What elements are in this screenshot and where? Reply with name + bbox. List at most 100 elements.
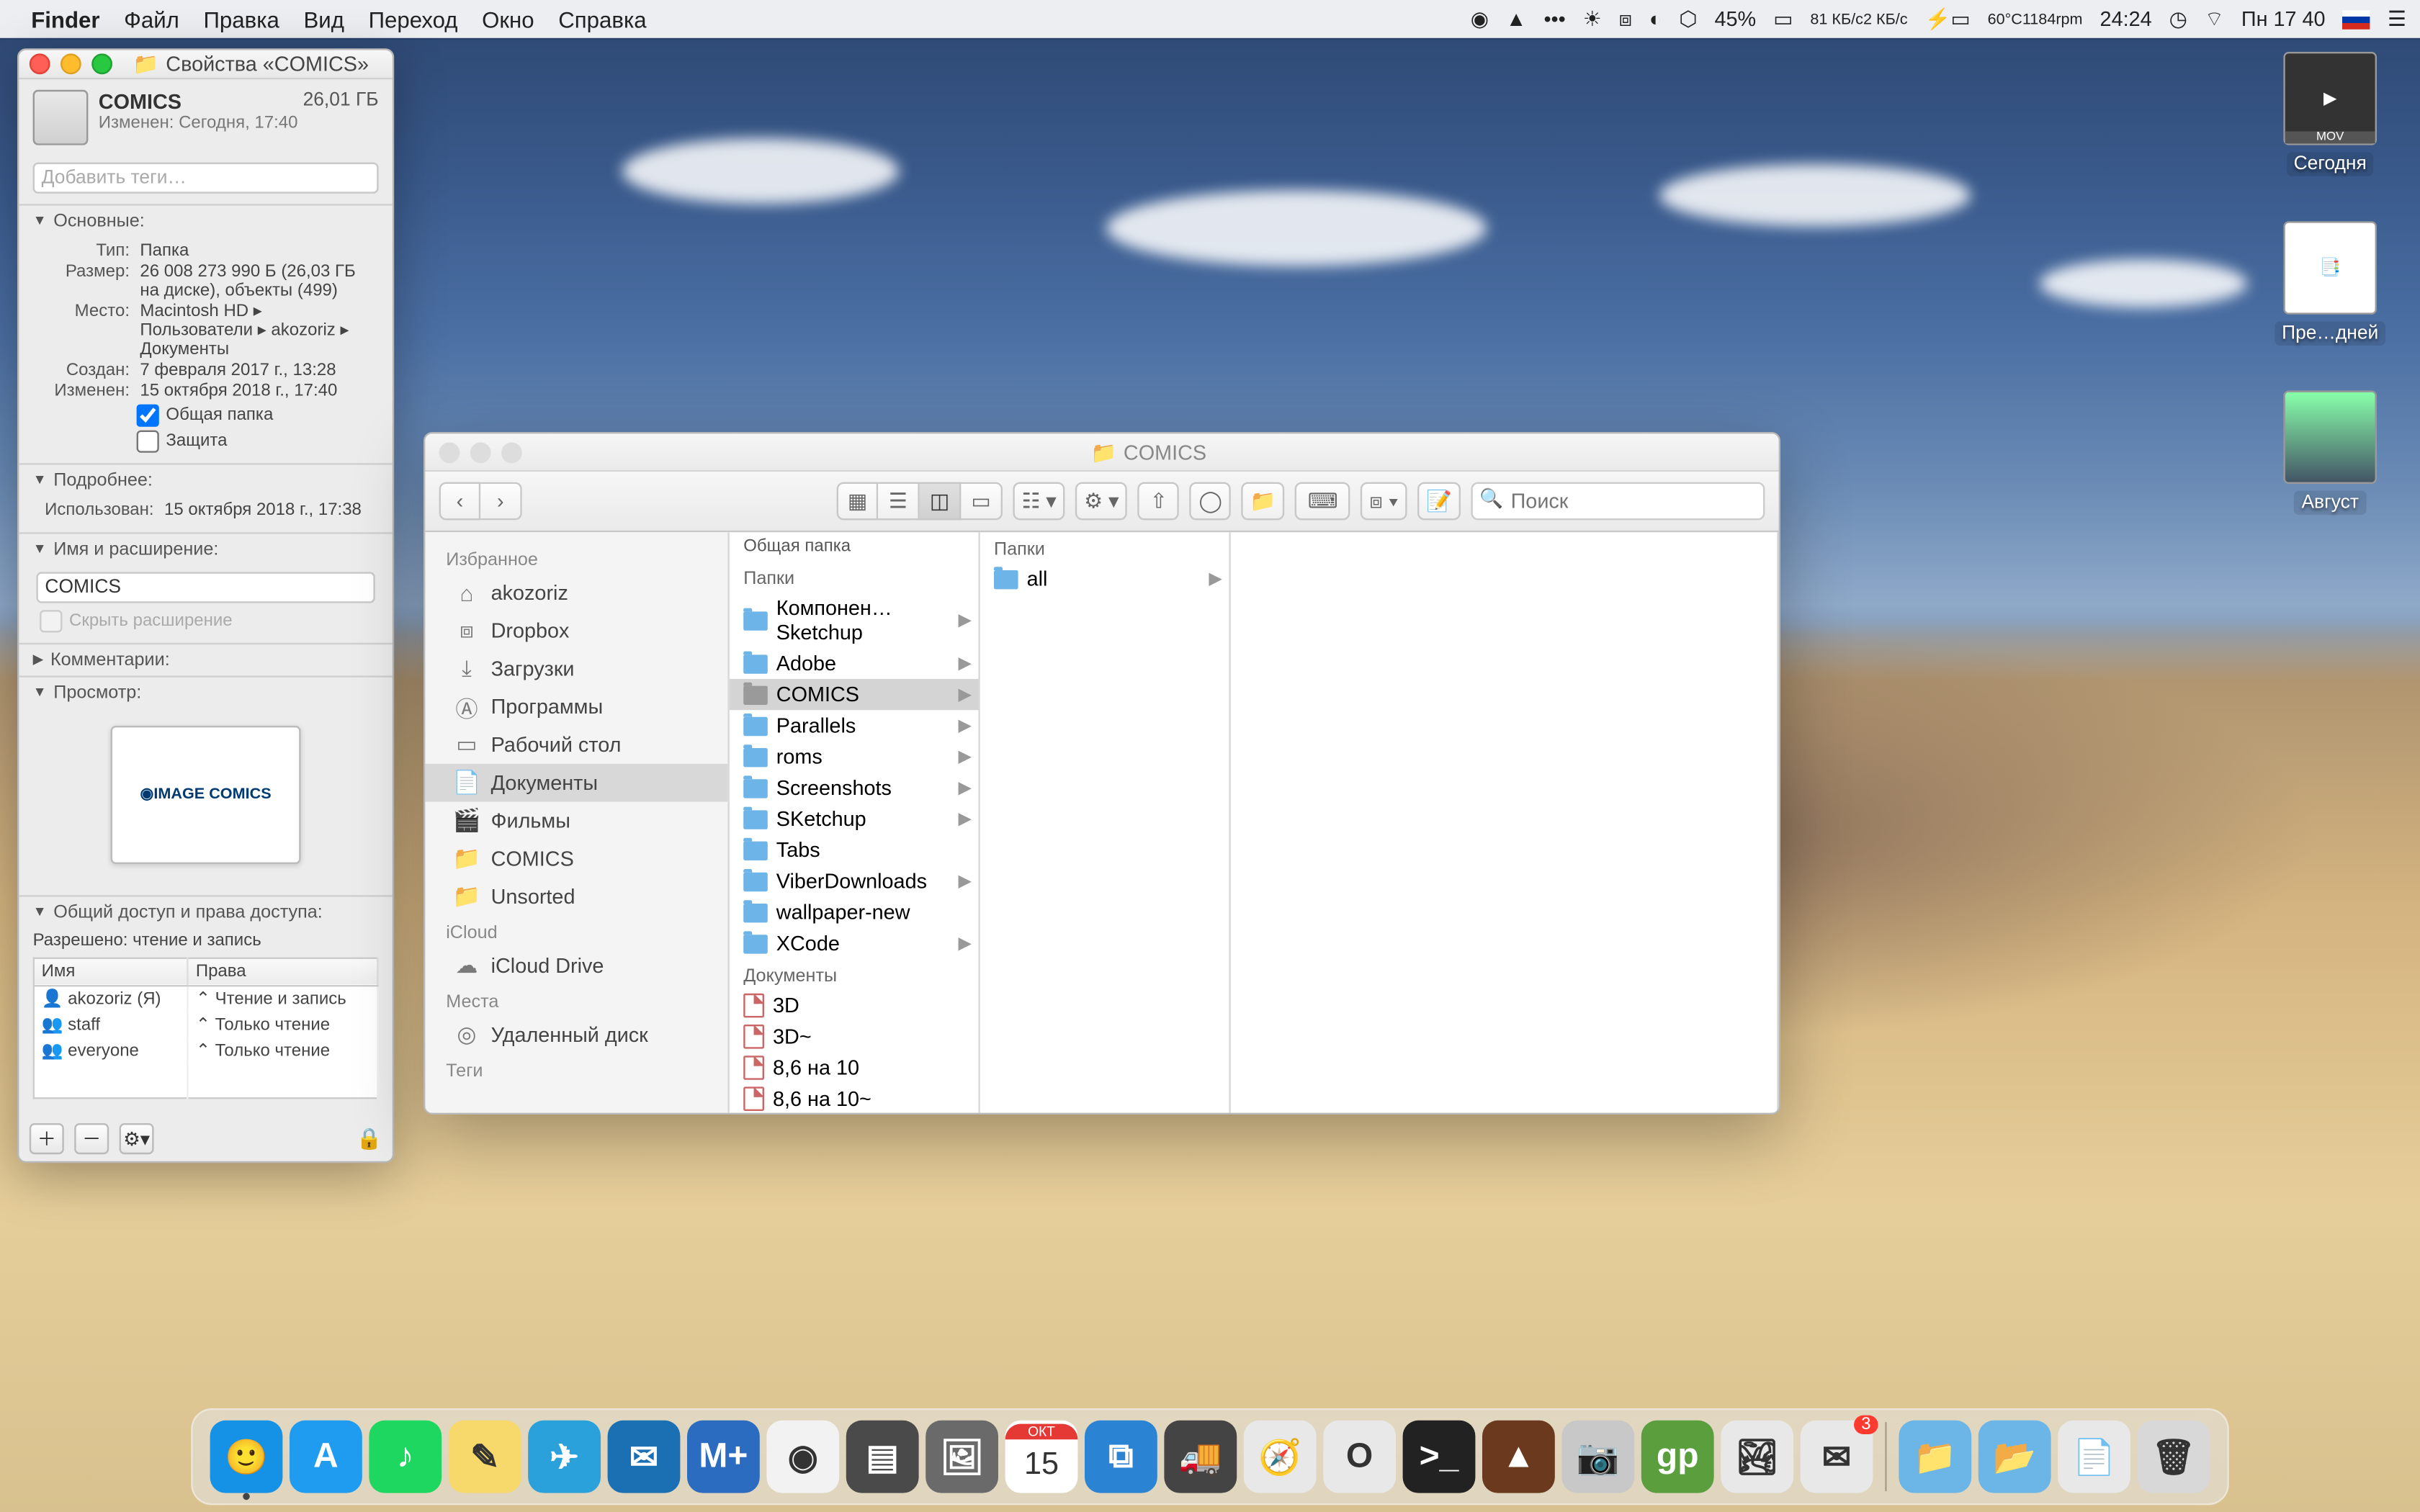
table-row[interactable]: 👥 staff⌃ Только чтение: [34, 1012, 378, 1038]
clock[interactable]: 24:24: [2100, 7, 2152, 32]
zoom-button[interactable]: [501, 441, 522, 462]
dock-monosnap[interactable]: M+: [687, 1421, 760, 1493]
sidebar-item-документы[interactable]: 📄Документы: [425, 764, 727, 802]
status-dropbox-icon[interactable]: ⧈: [1619, 6, 1632, 32]
list-item[interactable]: XCode▶: [730, 928, 979, 959]
tags-field[interactable]: Добавить теги…: [33, 161, 379, 192]
list-item[interactable]: all▶: [980, 563, 1229, 594]
dock-folder[interactable]: 📂: [1978, 1421, 2051, 1493]
sidebar-item-icloud[interactable]: ☁iCloud Drive: [425, 947, 727, 985]
menu-window[interactable]: Окно: [482, 6, 534, 32]
section-comments-toggle[interactable]: ▶Комментарии:: [19, 644, 392, 675]
menu-help[interactable]: Справка: [558, 6, 646, 32]
date[interactable]: Пн 17 40: [2241, 7, 2326, 32]
list-item[interactable]: Parallels▶: [730, 710, 979, 741]
status-shield-icon[interactable]: ⬡: [1679, 7, 1697, 32]
dock-preview[interactable]: 🖼: [926, 1421, 998, 1493]
dock-flame[interactable]: ▲: [1482, 1421, 1555, 1493]
dock-finder[interactable]: 🙂: [210, 1421, 283, 1493]
dock-calendar[interactable]: ОКТ15: [1005, 1421, 1078, 1493]
dock-sublime[interactable]: ▤: [846, 1421, 919, 1493]
zoom-button[interactable]: [91, 53, 112, 74]
view-icon-button[interactable]: ▦: [837, 482, 879, 521]
section-sharing-toggle[interactable]: ▼Общий доступ и права доступа:: [19, 896, 392, 927]
list-item[interactable]: 3D~: [730, 1021, 979, 1052]
sidebar-item-unsorted[interactable]: 📁Unsorted: [425, 878, 727, 916]
forward-button[interactable]: ›: [480, 482, 522, 521]
sidebar-item-загрузки[interactable]: ⤓Загрузки: [425, 649, 727, 688]
clock-icon[interactable]: ◷: [2169, 7, 2187, 32]
list-item[interactable]: Adobe▶: [730, 648, 979, 679]
list-item[interactable]: Компонен…Sketchup▶: [730, 593, 979, 648]
sidebar-item-comics[interactable]: 📁COMICS: [425, 840, 727, 878]
list-item[interactable]: 8,6 на 10~: [730, 1084, 979, 1113]
dock-camera[interactable]: 📷: [1561, 1421, 1634, 1493]
search-field[interactable]: [1471, 482, 1765, 521]
dock-mail2[interactable]: ✉3: [1801, 1421, 1873, 1493]
flag-icon[interactable]: [2343, 9, 2370, 28]
dock-transmit[interactable]: 🚚: [1164, 1421, 1237, 1493]
app-name[interactable]: Finder: [31, 6, 99, 32]
add-user-button[interactable]: ＋: [30, 1123, 64, 1154]
status-timemachine-icon[interactable]: ◐: [1649, 7, 1662, 32]
dock-images[interactable]: 🏞: [1721, 1421, 1793, 1493]
dropbox-button[interactable]: ⧈ ▾: [1361, 482, 1407, 521]
list-item[interactable]: Tabs: [730, 834, 979, 865]
connect-button[interactable]: ⌨: [1295, 482, 1350, 521]
wifi-icon[interactable]: ⌔: [2205, 6, 2224, 32]
menu-edit[interactable]: Правка: [203, 6, 279, 32]
view-gallery-button[interactable]: ▭: [961, 482, 1003, 521]
sidebar-item-программы[interactable]: ⒶПрограммы: [425, 688, 727, 726]
dock-docs[interactable]: 📄: [2058, 1421, 2130, 1493]
list-item[interactable]: 8,6 на 10: [730, 1053, 979, 1084]
table-row[interactable]: 👤 akozoriz (Я)⌃ Чтение и запись: [34, 985, 378, 1012]
menu-file[interactable]: Файл: [124, 6, 179, 32]
dock-chrome[interactable]: ◉: [766, 1421, 839, 1493]
status-indicator-icon[interactable]: ◉: [1471, 7, 1489, 32]
sidebar-item-dropbox[interactable]: ⧈Dropbox: [425, 612, 727, 650]
sidebar-item-фильмы[interactable]: 🎬Фильмы: [425, 802, 727, 840]
list-item[interactable]: SKetchup▶: [730, 804, 979, 834]
lock-icon[interactable]: 🔒: [357, 1127, 382, 1151]
desktop-item-today[interactable]: ▶MOV Сегодня: [2261, 52, 2399, 176]
menu-go[interactable]: Переход: [369, 6, 458, 32]
dock-guitarpro[interactable]: gp: [1641, 1421, 1714, 1493]
dock-vscode[interactable]: ⧉: [1085, 1421, 1157, 1493]
dock-safari[interactable]: 🧭: [1244, 1421, 1317, 1493]
sidebar-item-remote[interactable]: ◎Удаленный диск: [425, 1016, 727, 1054]
shared-checkbox[interactable]: [137, 403, 159, 426]
charge-icon[interactable]: ⚡▭: [1925, 7, 1971, 32]
minimize-button[interactable]: [60, 53, 81, 74]
dock-appstore[interactable]: A: [290, 1421, 362, 1493]
dock-telegram[interactable]: ✈: [528, 1421, 601, 1493]
finder-titlebar[interactable]: 📁 COMICS: [425, 433, 1778, 472]
list-item[interactable]: roms▶: [730, 742, 979, 773]
dock-notes[interactable]: ✎: [449, 1421, 521, 1493]
tags-button[interactable]: ◯: [1190, 482, 1232, 521]
list-item[interactable]: ViberDownloads▶: [730, 865, 979, 896]
list-item[interactable]: Screenshots▶: [730, 773, 979, 804]
dock-thunderbird[interactable]: ✉: [608, 1421, 681, 1493]
battery-icon[interactable]: ▭: [1773, 7, 1793, 32]
close-button[interactable]: [439, 441, 460, 462]
battery-pct[interactable]: 45%: [1714, 7, 1756, 32]
status-more-icon[interactable]: •••: [1543, 7, 1565, 32]
minimize-button[interactable]: [470, 441, 491, 462]
locked-checkbox[interactable]: [137, 429, 159, 451]
dock-folder-dl[interactable]: 📁: [1899, 1421, 1971, 1493]
name-ext-input[interactable]: [36, 571, 375, 602]
notes-button[interactable]: 📝: [1417, 482, 1461, 521]
back-button[interactable]: ‹: [439, 482, 481, 521]
share-button[interactable]: ⇧: [1138, 482, 1180, 521]
menu-extra-icon[interactable]: ☰: [2388, 7, 2406, 32]
menu-view[interactable]: Вид: [304, 6, 344, 32]
arrange-button[interactable]: ☷ ▾: [1013, 482, 1065, 521]
section-name-ext-toggle[interactable]: ▼Имя и расширение:: [19, 533, 392, 564]
dock-trash[interactable]: 🗑: [2138, 1421, 2210, 1493]
action-menu-button[interactable]: ⚙▾: [120, 1123, 154, 1154]
new-folder-button[interactable]: 📁: [1242, 482, 1285, 521]
info-titlebar[interactable]: 📁 Свойства «COMICS»: [19, 50, 392, 79]
close-button[interactable]: [30, 53, 50, 74]
sidebar-item-рабочий стол[interactable]: ▭Рабочий стол: [425, 726, 727, 764]
list-item[interactable]: wallpaper-new: [730, 897, 979, 928]
